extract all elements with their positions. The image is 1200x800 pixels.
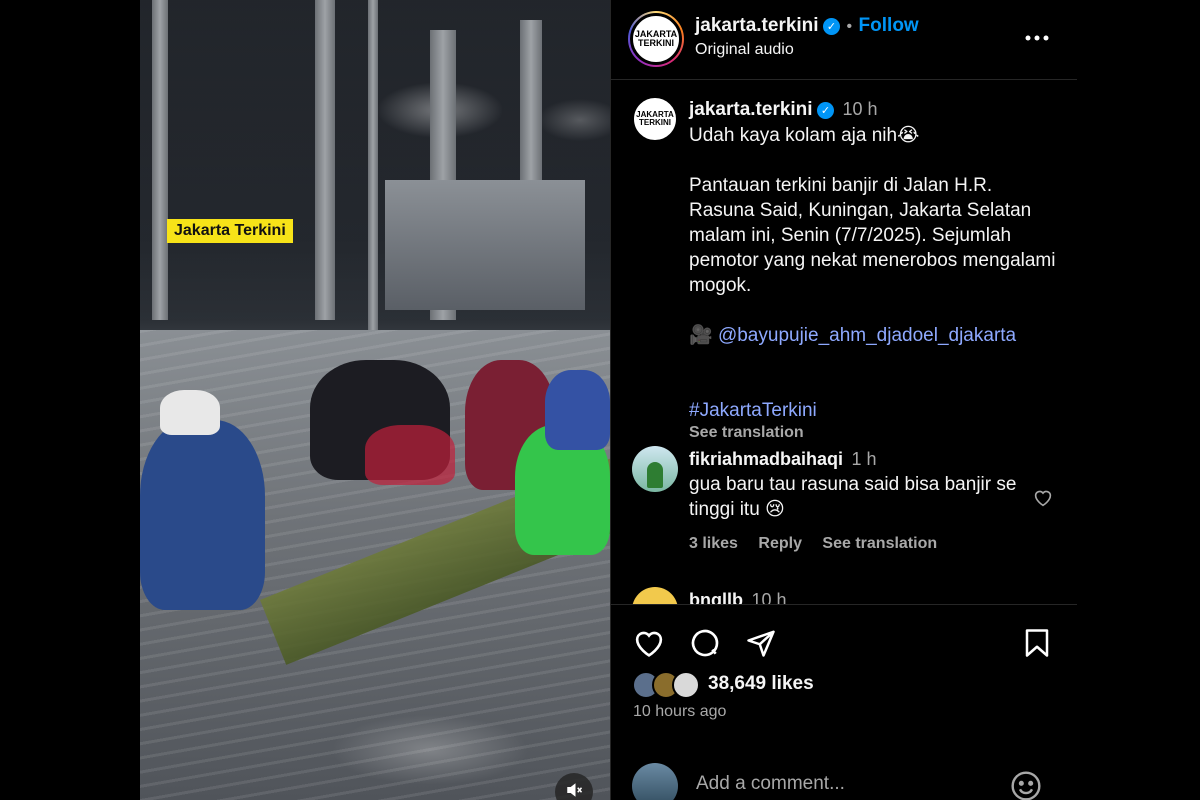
comment-text: gua baru tau rasuna said bisa banjir se … — [689, 474, 1017, 520]
hashtag-link[interactable]: #JakartaTerkini — [689, 400, 817, 421]
header-title-row: jakarta.terkini ✓ • Follow — [695, 15, 919, 37]
follow-button[interactable]: Follow — [859, 15, 919, 36]
caption-credit-row: 🎥 @bayupujie_ahm_djadoel_djakarta — [689, 323, 1059, 348]
caption-first-line: Udah kaya kolam aja nih😭 — [689, 125, 920, 146]
comment-item: bnqllb 10 h — [689, 590, 786, 604]
current-user-avatar — [632, 763, 678, 800]
street-pole — [152, 0, 168, 320]
commenter-avatar[interactable] — [632, 587, 678, 604]
avatar-figure — [647, 462, 663, 488]
comment-icon[interactable] — [687, 625, 723, 661]
separator-dot: • — [846, 18, 853, 35]
video-overlay-label: Jakarta Terkini — [167, 219, 293, 243]
more-options-icon[interactable] — [1019, 24, 1055, 52]
likes-count[interactable]: 38,649 likes — [708, 673, 814, 695]
emoji-smile-icon[interactable] — [1009, 769, 1043, 800]
building-wall — [385, 180, 585, 310]
liked-by-avatars[interactable] — [632, 671, 702, 699]
rider — [545, 370, 610, 450]
caption-avatar[interactable]: JAKARTA TERKINI — [632, 96, 678, 142]
comment-time[interactable]: 1 h — [852, 449, 877, 469]
heart-icon[interactable] — [631, 625, 667, 661]
comment-like-heart-icon[interactable] — [1031, 486, 1055, 510]
motorcycle — [365, 425, 455, 485]
bookmark-icon[interactable] — [1019, 625, 1055, 661]
comment-meta: 3 likes Reply See translation — [689, 535, 1019, 553]
backdrop-right — [1076, 0, 1200, 800]
caption-time[interactable]: 10 h — [842, 99, 877, 119]
comment-username[interactable]: fikriahmadbaihaqi — [689, 449, 843, 469]
audio-label[interactable]: Original audio — [695, 41, 794, 59]
mention-link[interactable]: @bayupujie_ahm_djadoel_djakarta — [718, 325, 1016, 346]
caption-body: Pantauan terkini banjir di Jalan H.R. Ra… — [689, 175, 1056, 296]
verified-badge-icon: ✓ — [823, 18, 841, 36]
speaker-muted-icon — [565, 781, 583, 800]
post-actions: 38,649 likes 10 hours ago Add a comment.… — [611, 604, 1077, 800]
comment-reply-button[interactable]: Reply — [758, 535, 802, 552]
liker-avatar — [672, 671, 700, 699]
post-side-panel: JAKARTA TERKINI jakarta.terkini ✓ • Foll… — [610, 0, 1077, 800]
comment-username[interactable]: bnqllb — [689, 590, 743, 604]
rider-blue-jacket — [140, 420, 265, 610]
post-header: JAKARTA TERKINI jakarta.terkini ✓ • Foll… — [611, 0, 1077, 80]
add-comment-input[interactable]: Add a comment... — [696, 773, 845, 795]
comment-likes[interactable]: 3 likes — [689, 535, 738, 552]
author-avatar[interactable]: JAKARTA TERKINI — [628, 11, 684, 67]
comments-scroll-area[interactable]: JAKARTA TERKINI jakarta.terkini ✓ 10 h U… — [611, 81, 1077, 604]
helmet — [160, 390, 220, 435]
avatar-logo-text: JAKARTA TERKINI — [636, 110, 674, 127]
caption-hashtag-row: #JakartaTerkini — [689, 373, 1059, 423]
author-username[interactable]: jakarta.terkini — [695, 15, 819, 36]
commenter-avatar[interactable] — [632, 446, 678, 492]
verified-badge-icon: ✓ — [817, 102, 835, 120]
backdrop-left — [0, 0, 140, 800]
street-pole — [368, 0, 378, 330]
avatar-logo-text: JAKARTA TERKINI — [630, 13, 682, 65]
post-video[interactable]: Jakarta Terkini — [140, 0, 610, 800]
camera-emoji: 🎥 — [689, 325, 713, 346]
comment-see-translation[interactable]: See translation — [822, 535, 937, 552]
comment-item: fikriahmadbaihaqi 1 h gua baru tau rasun… — [689, 449, 1019, 553]
street-pole — [315, 0, 335, 320]
caption-block: jakarta.terkini ✓ 10 h Udah kaya kolam a… — [689, 99, 1059, 442]
send-icon[interactable] — [743, 625, 779, 661]
caption-username[interactable]: jakarta.terkini — [689, 99, 813, 120]
caption-see-translation[interactable]: See translation — [689, 424, 1059, 442]
post-timestamp[interactable]: 10 hours ago — [633, 703, 726, 721]
comment-time[interactable]: 10 h — [751, 590, 786, 604]
